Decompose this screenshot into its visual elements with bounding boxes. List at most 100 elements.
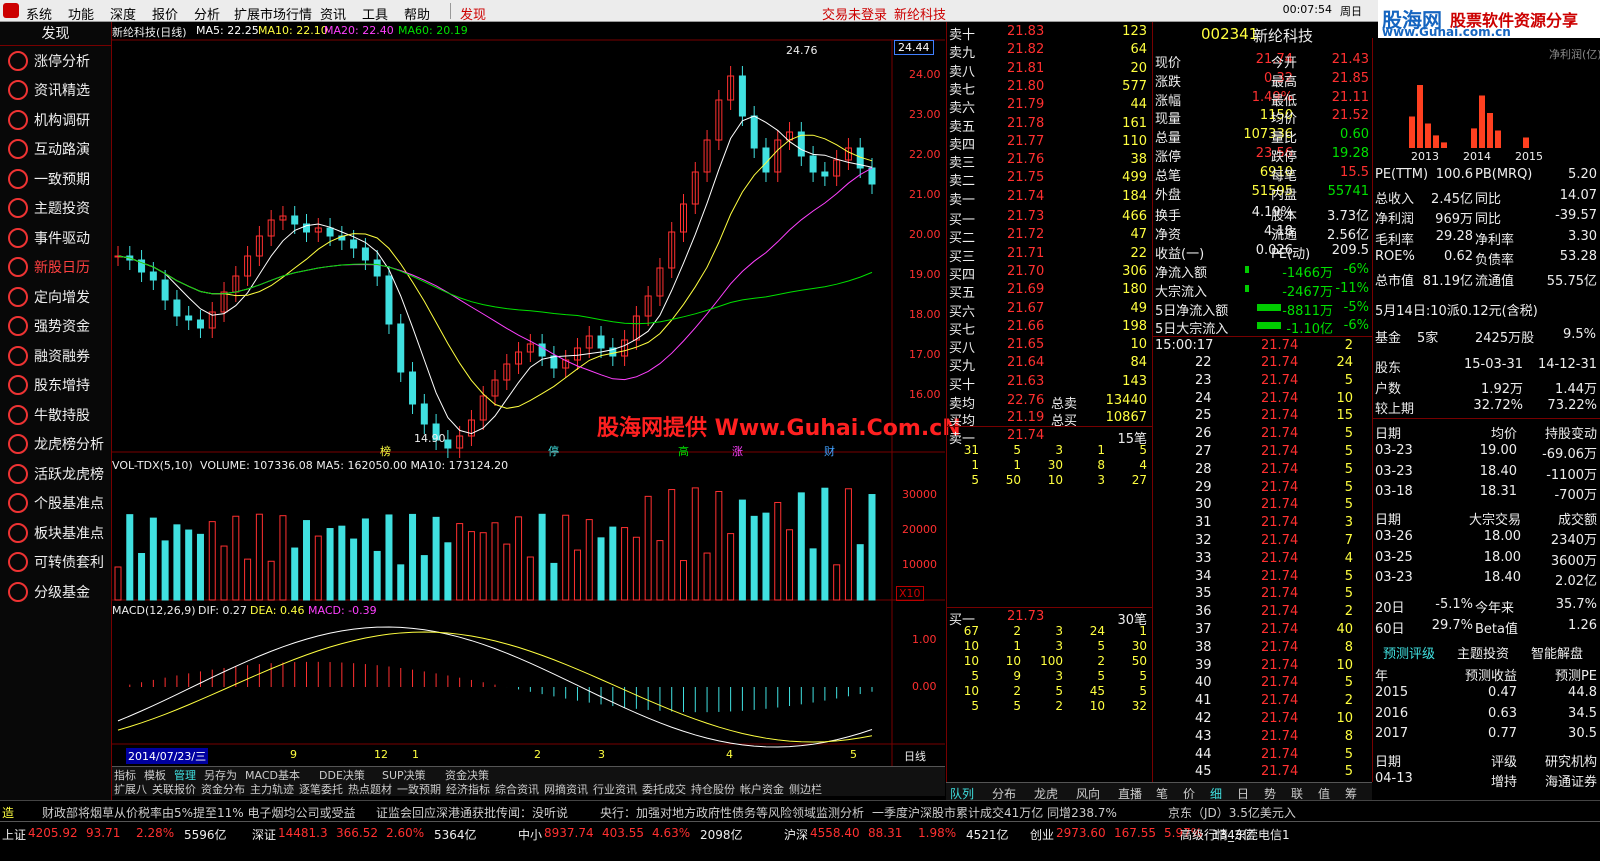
sidebar-item[interactable]: 新股日历 xyxy=(0,253,111,283)
tick-price: 21.74 xyxy=(1261,408,1299,424)
sidebar-item[interactable]: 可转债套利 xyxy=(0,548,111,578)
sidebar-item[interactable]: 机构调研 xyxy=(0,105,111,135)
sidebar-item-label: 一致预期 xyxy=(34,171,90,188)
feature-tab[interactable]: 帐户资金 xyxy=(740,781,784,797)
kline-svg[interactable] xyxy=(112,22,945,768)
sell1-queue-queue-cell: 1 xyxy=(971,458,979,472)
quote-row-2: 净资 4.18 流通 2.56亿 xyxy=(1153,223,1373,243)
feature-tab[interactable]: 热点题材 xyxy=(348,781,392,797)
sidebar-item[interactable]: 强势资金 xyxy=(0,312,111,342)
menu-news[interactable]: 资讯 xyxy=(320,4,346,23)
sell1-queue-queue-cell: 5 xyxy=(971,473,979,487)
feature-tab[interactable]: 持仓股份 xyxy=(691,781,735,797)
sidebar-item[interactable]: 融资融券 xyxy=(0,341,111,371)
average-row: 买均 21.19 总买 10867 xyxy=(947,409,1153,429)
news-item[interactable]: 京东（JD）3.5亿美元入 xyxy=(1168,804,1296,821)
menu-tools[interactable]: 工具 xyxy=(362,4,388,23)
event-marker[interactable]: 财 xyxy=(824,443,835,459)
sell1-queue-price: 21.74 xyxy=(1007,428,1045,443)
index-name[interactable]: 深证 xyxy=(252,826,276,843)
menu-function[interactable]: 功能 xyxy=(68,4,94,23)
sidebar-item[interactable]: 资讯精选 xyxy=(0,76,111,106)
menu-extended-market[interactable]: 扩展市场行情 xyxy=(234,4,312,23)
feature-tab[interactable]: 逐笔委托 xyxy=(299,781,343,797)
period-label[interactable]: 日线 xyxy=(904,748,926,764)
menu-help[interactable]: 帮助 xyxy=(404,4,430,23)
forecast-tab[interactable]: 智能解盘 xyxy=(1531,643,1583,662)
tick-volume: 5 xyxy=(1344,764,1353,780)
index-name[interactable]: 创业 xyxy=(1030,826,1054,843)
sidebar-item[interactable]: 板块基准点 xyxy=(0,518,111,548)
sidebar-item[interactable]: 涨停分析 xyxy=(0,46,111,76)
sidebar-item[interactable]: 龙虎榜分析 xyxy=(0,430,111,460)
bid-volume: 22 xyxy=(1130,245,1147,261)
tick-second: 24 xyxy=(1195,390,1212,406)
news-item[interactable]: 证监会回应深港通获批传闻：没听说 xyxy=(376,804,568,821)
quote-row: 涨停 23.56 跌停 19.28 xyxy=(1153,145,1373,165)
index-name[interactable]: 沪深 xyxy=(784,826,808,843)
news-item[interactable]: 央行：加强对地方政府性债务等风险领域监测分析 xyxy=(600,804,864,821)
sidebar-item[interactable]: 事件驱动 xyxy=(0,223,111,253)
menu-discover[interactable]: 发现 xyxy=(460,4,486,23)
event-marker[interactable]: 停 xyxy=(548,443,559,459)
profit-bar xyxy=(1409,116,1415,148)
event-marker[interactable]: 榜 xyxy=(380,443,391,459)
feature-tab[interactable]: 委托成交 xyxy=(642,781,686,797)
event-marker[interactable]: 涨 xyxy=(732,443,743,459)
feature-tab[interactable]: 网摘资讯 xyxy=(544,781,588,797)
sidebar-item[interactable]: 一致预期 xyxy=(0,164,111,194)
index-name[interactable]: 上证 xyxy=(2,826,26,843)
total-volume: 13440 xyxy=(1105,393,1147,408)
tick-volume: 4 xyxy=(1344,550,1353,566)
forecast-tab[interactable]: 预测评级 xyxy=(1383,643,1435,662)
volume-bar xyxy=(244,558,252,601)
feature-tab[interactable]: 资金分布 xyxy=(201,781,245,797)
sidebar-item-label: 互动路演 xyxy=(34,142,90,159)
forecast-tab[interactable]: 主题投资 xyxy=(1457,643,1509,662)
chip-row: 03-18 18.31 -700万 xyxy=(1373,483,1600,503)
tick-volume: 40 xyxy=(1336,622,1353,637)
sidebar-item[interactable]: 分级基金 xyxy=(0,577,111,607)
feature-tab[interactable]: 主力轨迹 xyxy=(250,781,294,797)
sidebar-item[interactable]: 活跃龙虎榜 xyxy=(0,459,111,489)
sidebar-item[interactable]: 互动路演 xyxy=(0,135,111,165)
trade-login-status[interactable]: 交易未登录 xyxy=(822,4,887,23)
menu-depth[interactable]: 深度 xyxy=(110,4,136,23)
sidebar-item[interactable]: 主题投资 xyxy=(0,194,111,224)
sidebar-item-icon xyxy=(8,50,28,71)
holder-row-cell: 1.92万 xyxy=(1481,381,1523,397)
sidebar-item-label: 牛散持股 xyxy=(34,407,90,424)
index-name[interactable]: 中小 xyxy=(518,826,542,843)
feature-tab[interactable]: 扩展八 xyxy=(114,781,147,797)
menu-system[interactable]: 系统 xyxy=(26,4,52,23)
feature-tab[interactable]: 综合资讯 xyxy=(495,781,539,797)
menu-quote[interactable]: 报价 xyxy=(152,4,178,23)
tick-volume: 2 xyxy=(1344,604,1353,620)
sidebar-item[interactable]: 个股基准点 xyxy=(0,489,111,519)
app-logo-icon[interactable] xyxy=(3,3,19,18)
sidebar-item[interactable]: 牛散持股 xyxy=(0,400,111,430)
kline-chart-area[interactable]: 新纶科技(日线) MA5: 22.25 MA10: 22.10 MA20: 22… xyxy=(112,22,945,777)
feature-tab[interactable]: 关联报价 xyxy=(152,781,196,797)
tick-price: 21.74 xyxy=(1261,622,1299,637)
menu-analysis[interactable]: 分析 xyxy=(194,4,220,23)
feature-tab[interactable]: 侧边栏 xyxy=(789,781,822,797)
news-item[interactable]: 财政部将烟草从价税率由5%提至11% 电子烟均公司或受益 xyxy=(42,804,356,821)
event-marker[interactable]: 高 xyxy=(678,443,689,459)
sidebar-item[interactable]: 股东增持 xyxy=(0,371,111,401)
ask-row: 卖七 21.80 577 xyxy=(947,78,1153,98)
flow-pct: -11% xyxy=(1335,280,1369,296)
buy1-queue-queue-cell: 1 xyxy=(1013,639,1021,653)
news-item[interactable]: 造 xyxy=(2,804,14,821)
chip-row: 03-23 19.00 -69.06万 xyxy=(1373,442,1600,462)
sidebar-item[interactable]: 定向增发 xyxy=(0,282,111,312)
feature-tab[interactable]: 经济指标 xyxy=(446,781,490,797)
divider xyxy=(1373,418,1600,419)
volume-bar xyxy=(279,515,287,601)
volume-bar xyxy=(161,540,169,601)
bid-level: 买十 xyxy=(949,377,976,393)
feature-tab[interactable]: 一致预期 xyxy=(397,781,441,797)
news-item[interactable]: 一季度沪深股市累计成交41万亿 同增238.7% xyxy=(872,804,1117,821)
feature-tab[interactable]: 行业资讯 xyxy=(593,781,637,797)
news-ticker[interactable]: 造 财政部将烟草从价税率由5%提至11% 电子烟均公司或受益 证监会回应深港通获批传… xyxy=(0,800,1600,820)
